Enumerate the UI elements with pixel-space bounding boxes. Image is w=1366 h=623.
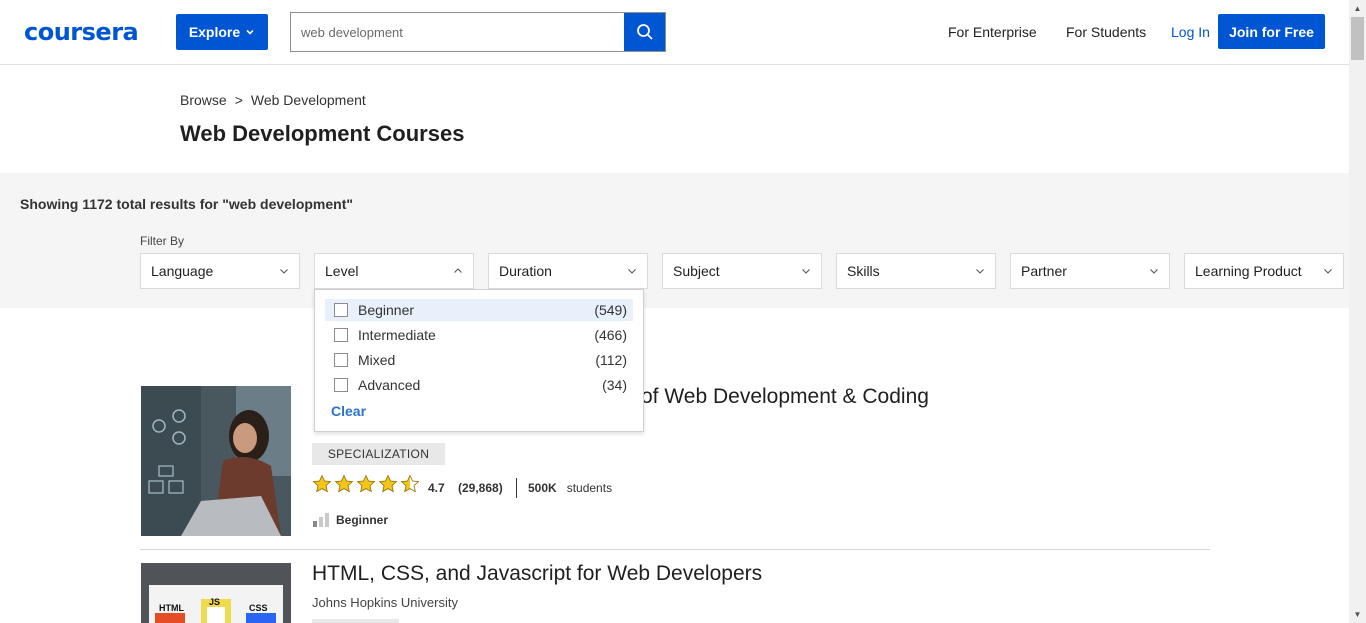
course-title[interactable]: HTML, CSS, and Javascript for Web Develo… bbox=[312, 562, 762, 586]
checkbox[interactable] bbox=[334, 378, 348, 392]
star-full-icon bbox=[312, 474, 332, 493]
course-photo: HTML JS CSS bbox=[141, 563, 291, 623]
review-count: (29,868) bbox=[458, 481, 503, 495]
thumb-label-css: CSS bbox=[249, 603, 268, 613]
chevron-up-icon bbox=[454, 268, 462, 273]
course-thumbnail[interactable]: HTML JS CSS bbox=[141, 563, 291, 623]
page-title: Web Development Courses bbox=[180, 121, 465, 146]
search-button[interactable] bbox=[624, 13, 665, 51]
chevron-down-icon bbox=[628, 269, 636, 274]
level-option-beginner[interactable]: Beginner (549) bbox=[325, 299, 633, 321]
rating-value: 4.7 bbox=[428, 481, 445, 495]
enrollment-number: 500K bbox=[528, 481, 557, 495]
filter-language[interactable]: Language bbox=[140, 253, 300, 289]
star-full-icon bbox=[334, 474, 354, 493]
filter-learning-product[interactable]: Learning Product bbox=[1184, 253, 1344, 289]
filter-label: Skills bbox=[847, 263, 880, 279]
search-bar bbox=[290, 12, 666, 52]
result-divider bbox=[140, 549, 1210, 550]
for-students-link[interactable]: For Students bbox=[1066, 24, 1146, 40]
search-input[interactable] bbox=[291, 13, 624, 51]
thumb-label-js: JS bbox=[209, 597, 220, 607]
enrollment-count: 500K students bbox=[528, 481, 612, 495]
breadcrumb-current[interactable]: Web Development bbox=[251, 92, 366, 108]
filter-subject[interactable]: Subject bbox=[662, 253, 822, 289]
page-scrollbar[interactable]: ▲ ▼ bbox=[1349, 0, 1366, 623]
search-icon bbox=[636, 24, 653, 40]
clear-filter-link[interactable]: Clear bbox=[331, 403, 366, 419]
for-enterprise-link[interactable]: For Enterprise bbox=[948, 24, 1037, 40]
course-title[interactable]: of Web Development & Coding bbox=[641, 385, 929, 409]
breadcrumb-browse[interactable]: Browse bbox=[180, 92, 227, 108]
filter-label: Learning Product bbox=[1195, 263, 1302, 279]
level-dropdown-menu: Beginner (549) Intermediate (466) Mixed … bbox=[314, 289, 644, 432]
chevron-down-icon bbox=[802, 269, 810, 274]
filter-by-label: Filter By bbox=[140, 234, 185, 248]
thumb-label-html: HTML bbox=[159, 603, 184, 613]
star-half-icon bbox=[400, 474, 420, 493]
product-type-badge: SPECIALIZATION bbox=[312, 443, 445, 465]
course-thumbnail[interactable] bbox=[141, 386, 291, 536]
product-type-badge bbox=[312, 619, 399, 623]
explore-button[interactable]: Explore bbox=[176, 14, 268, 50]
scroll-down-arrow-icon[interactable]: ▼ bbox=[1349, 606, 1366, 623]
level-bars-icon bbox=[313, 513, 329, 527]
star-full-icon bbox=[356, 474, 376, 493]
chevron-down-icon bbox=[1324, 269, 1332, 274]
stat-divider bbox=[516, 478, 517, 498]
filter-duration[interactable]: Duration bbox=[488, 253, 648, 289]
login-link[interactable]: Log In bbox=[1171, 24, 1210, 40]
checkbox[interactable] bbox=[334, 353, 348, 367]
breadcrumb-separator: > bbox=[234, 92, 243, 108]
level-option-intermediate[interactable]: Intermediate (466) bbox=[325, 324, 633, 346]
option-label: Mixed bbox=[358, 352, 396, 368]
option-count: (34) bbox=[602, 377, 627, 393]
filter-label: Partner bbox=[1021, 263, 1067, 279]
star-full-icon bbox=[378, 474, 398, 493]
course-level: Beginner bbox=[336, 513, 389, 527]
chevron-down-icon bbox=[976, 269, 984, 274]
option-label: Advanced bbox=[358, 377, 421, 393]
option-count: (466) bbox=[594, 327, 627, 343]
coursera-logo[interactable]: coursera bbox=[24, 18, 139, 46]
filter-section: Showing 1172 total results for "web deve… bbox=[0, 173, 1349, 308]
option-label: Intermediate bbox=[358, 327, 436, 343]
chevron-down-icon bbox=[246, 29, 254, 35]
join-for-free-button[interactable]: Join for Free bbox=[1218, 14, 1325, 49]
filter-label: Subject bbox=[673, 263, 720, 279]
results-count: Showing 1172 total results for "web deve… bbox=[20, 196, 354, 212]
option-label: Beginner bbox=[358, 302, 415, 318]
course-photo bbox=[141, 386, 291, 536]
option-count: (112) bbox=[595, 352, 627, 368]
checkbox[interactable] bbox=[334, 303, 348, 317]
filter-level[interactable]: Level bbox=[314, 253, 474, 289]
scroll-up-arrow-icon[interactable]: ▲ bbox=[1349, 0, 1366, 17]
breadcrumb: Browse > Web Development bbox=[180, 92, 366, 108]
chevron-down-icon bbox=[1150, 269, 1158, 274]
checkbox[interactable] bbox=[334, 328, 348, 342]
filter-label: Level bbox=[325, 263, 359, 279]
course-partner[interactable]: Johns Hopkins University bbox=[312, 595, 458, 610]
top-header: coursera Explore For Enterprise For Stud… bbox=[0, 0, 1349, 65]
option-count: (549) bbox=[594, 302, 627, 318]
filter-skills[interactable]: Skills bbox=[836, 253, 996, 289]
scroll-thumb[interactable] bbox=[1351, 17, 1364, 60]
star-rating bbox=[312, 474, 420, 494]
explore-label: Explore bbox=[188, 24, 241, 40]
filter-label: Duration bbox=[499, 263, 552, 279]
filter-label: Language bbox=[151, 263, 214, 279]
level-option-advanced[interactable]: Advanced (34) bbox=[325, 374, 633, 396]
level-option-mixed[interactable]: Mixed (112) bbox=[325, 349, 633, 371]
filter-partner[interactable]: Partner bbox=[1010, 253, 1170, 289]
chevron-down-icon bbox=[280, 269, 288, 274]
enrollment-suffix: students bbox=[566, 481, 613, 495]
